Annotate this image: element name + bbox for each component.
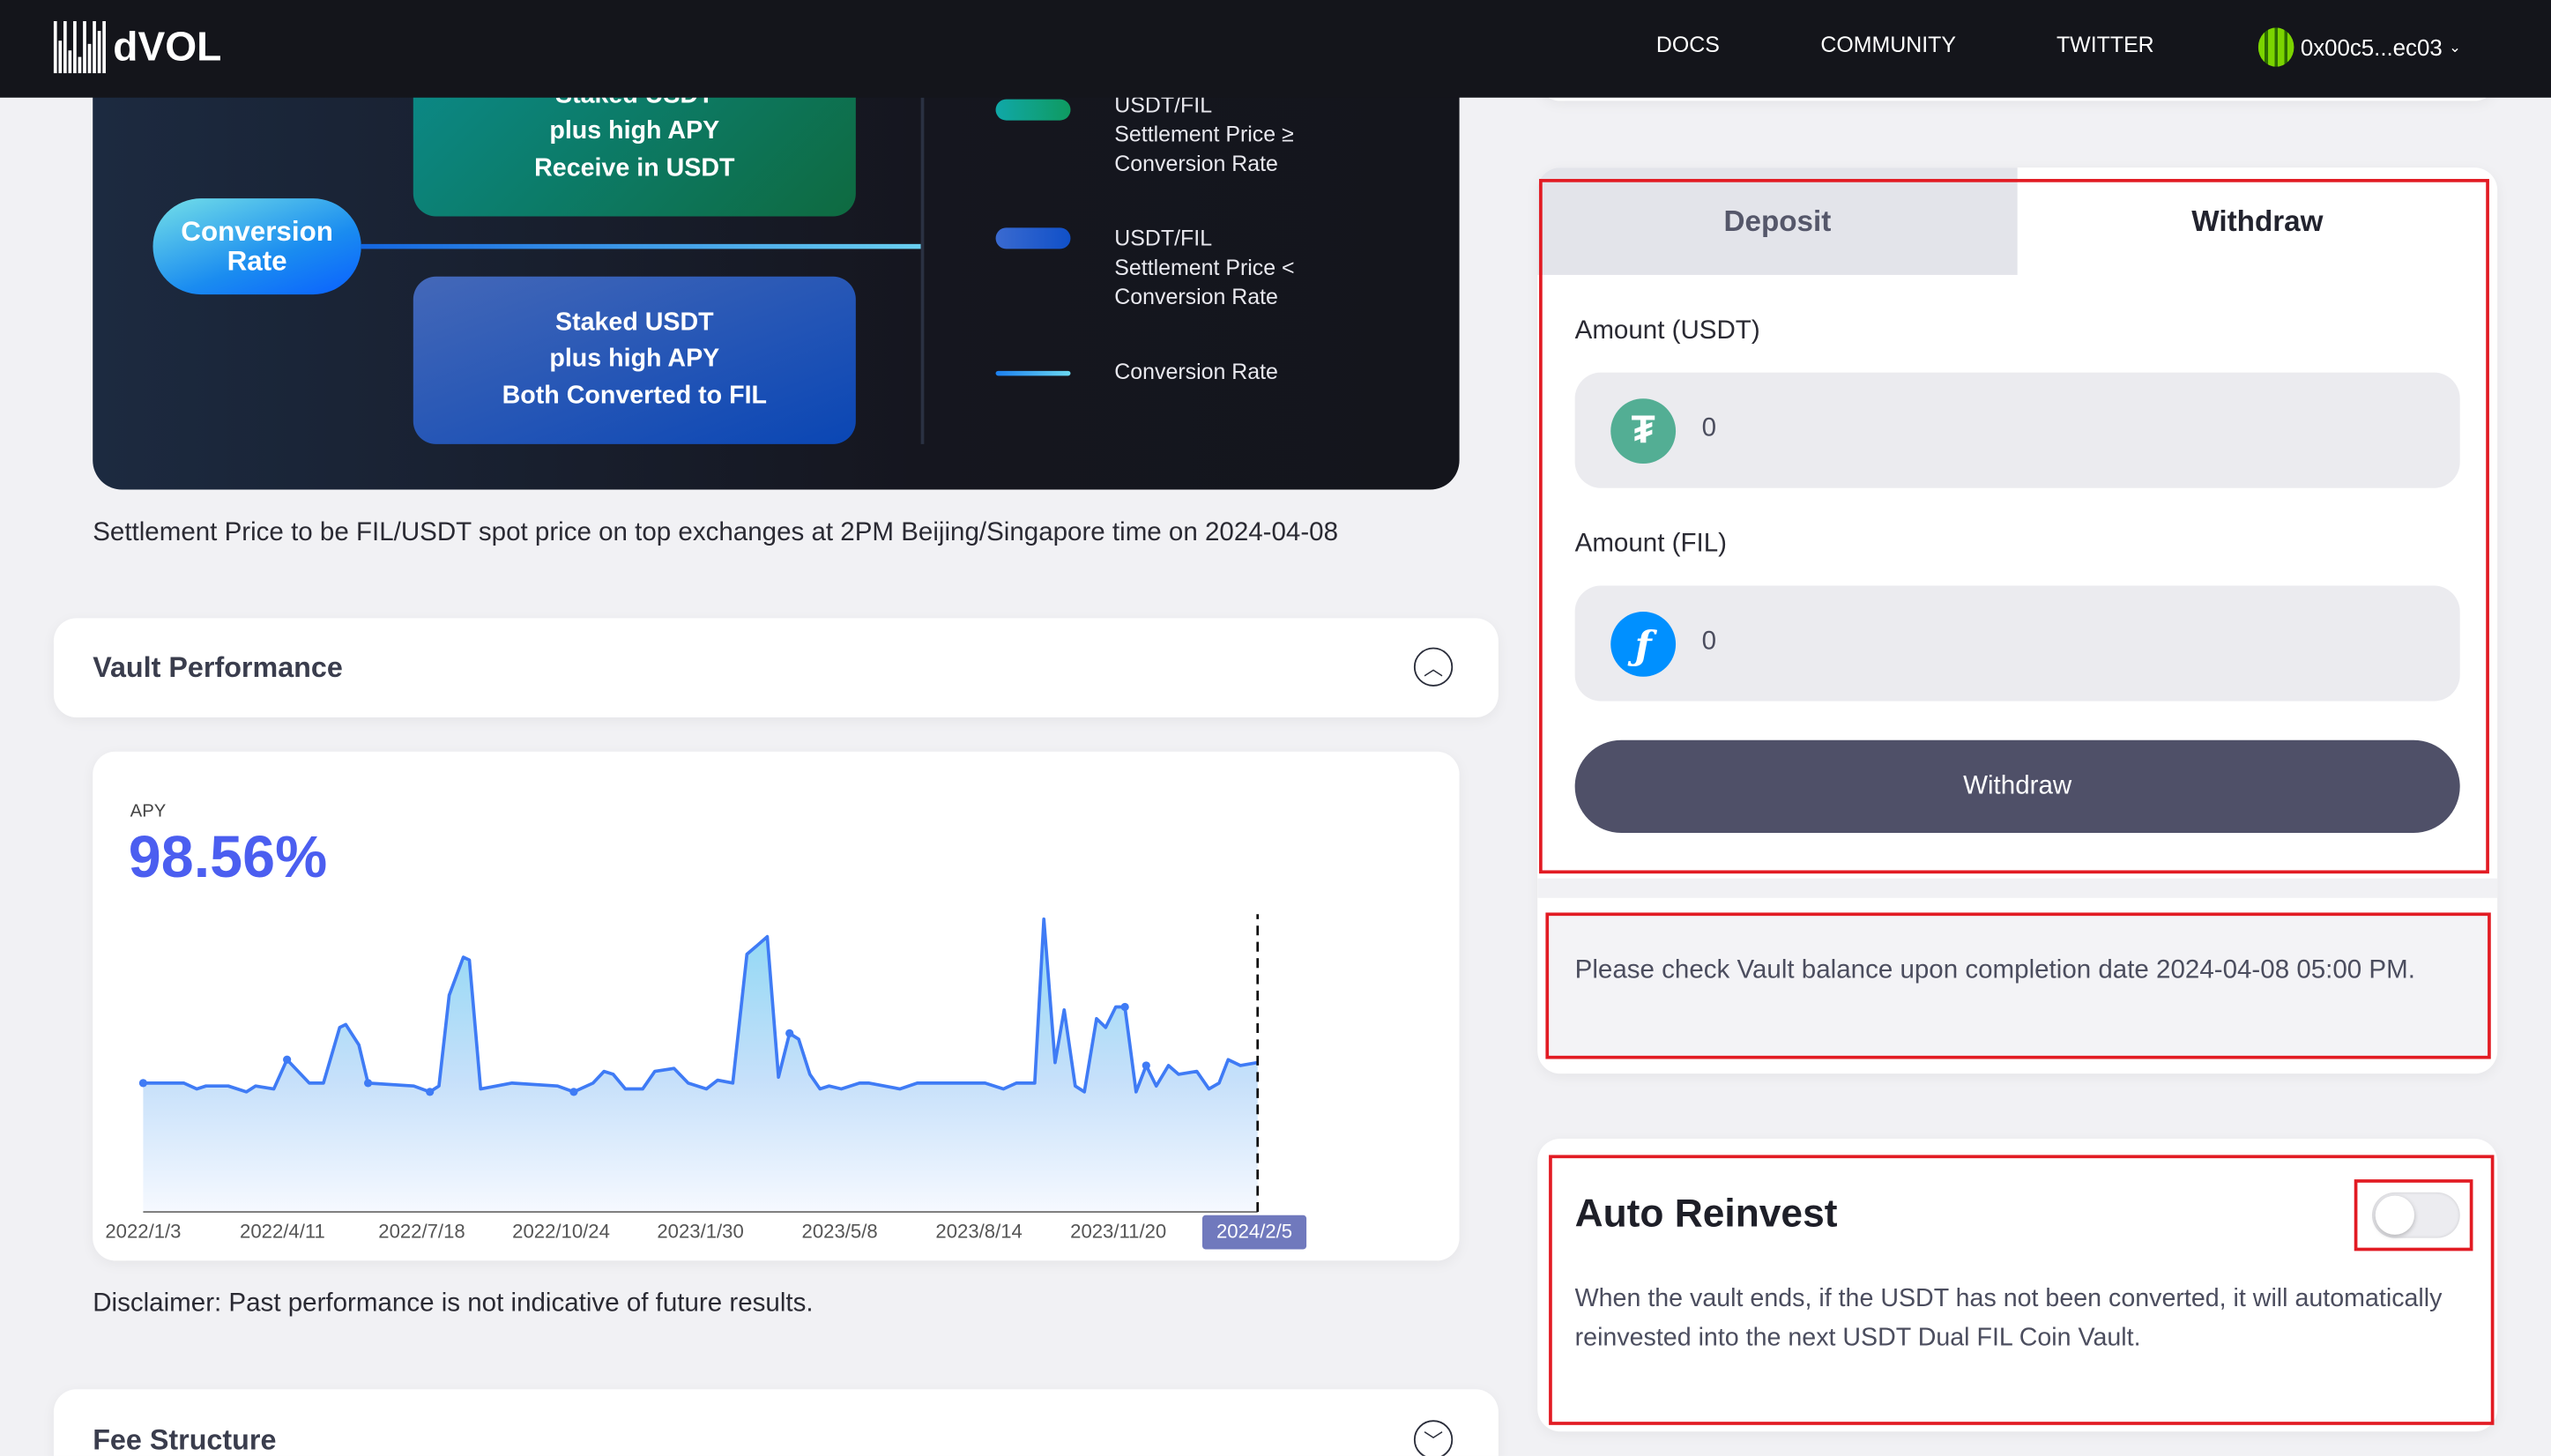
fee-structure-header[interactable]: Fee Structure ﹀ (53, 1389, 1499, 1456)
disclaimer: Disclaimer: Past performance is not indi… (93, 1289, 814, 1319)
chevron-down-icon[interactable]: ﹀ (1413, 1420, 1454, 1456)
data-point (138, 1079, 148, 1088)
data-point (785, 1029, 794, 1038)
x-tick-label: 2022/10/24 (512, 1221, 610, 1243)
x-tick-label: 2023/1/30 (657, 1221, 743, 1243)
fil-amount-input[interactable]: ƒ 0 (1574, 585, 2460, 702)
auto-reinvest-title: Auto Reinvest (1574, 1192, 1838, 1237)
avatar (2257, 27, 2294, 67)
usdt-amount-label: Amount (USDT) (1574, 316, 1760, 345)
nav-docs[interactable]: DOCS (1656, 33, 1720, 57)
section-title: Fee Structure (93, 1423, 277, 1456)
fil-amount-value: 0 (1701, 628, 1717, 656)
withdraw-button[interactable]: Withdraw (1574, 739, 2460, 833)
data-point (363, 1079, 373, 1088)
data-point (283, 1055, 292, 1064)
usdt-icon: ₮ (1610, 398, 1677, 464)
data-point (426, 1088, 435, 1096)
x-tick-label: 2022/4/11 (240, 1221, 325, 1243)
logo-bars-icon (53, 20, 106, 74)
nav-community[interactable]: COMMUNITY (1820, 33, 1956, 57)
apy-area (143, 918, 1258, 1213)
logo[interactable]: dVOL (53, 20, 222, 74)
data-point (1120, 1002, 1129, 1012)
toggle-knob (2375, 1195, 2415, 1235)
x-tick-label: 2022/1/3 (105, 1221, 181, 1243)
chevron-down-icon: ⌄ (2449, 38, 2462, 55)
auto-reinvest-description: When the vault ends, if the USDT has not… (1574, 1285, 2443, 1351)
apy-chart: 2022/1/3 2022/4/11 2022/7/18 2022/10/24 2023… (105, 914, 1307, 1250)
data-point (569, 1088, 578, 1096)
usdt-amount-value: 0 (1701, 414, 1717, 443)
nav-twitter[interactable]: TWITTER (2056, 33, 2154, 57)
card-separator (1537, 878, 2498, 898)
x-tick-label: 2024/2/5 (1216, 1221, 1292, 1243)
logo-text: dVOL (113, 23, 222, 70)
page: Staked USDT plus high APY Receive in USD… (0, 0, 2551, 1456)
completion-notice: Please check Vault balance upon completi… (1574, 956, 2415, 984)
data-point (1142, 1061, 1150, 1070)
fil-amount-label: Amount (FIL) (1574, 530, 1727, 559)
wallet-button[interactable]: 0x00c5...ec03 ⌄ (2257, 27, 2462, 67)
filecoin-icon: ƒ (1610, 611, 1677, 677)
usdt-amount-input[interactable]: ₮ 0 (1574, 372, 2460, 488)
x-tick-label: 2023/8/14 (935, 1221, 1022, 1243)
x-tick-label: 2023/11/20 (1070, 1221, 1166, 1243)
auto-reinvest-toggle[interactable] (2372, 1192, 2460, 1238)
x-tick-label: 2022/7/18 (378, 1221, 465, 1243)
x-tick-label: 2023/5/8 (802, 1221, 878, 1243)
wallet-address: 0x00c5...ec03 (2300, 33, 2443, 61)
top-nav: dVOL DOCS COMMUNITY TWITTER 0x00c5...ec0… (0, 0, 2551, 98)
